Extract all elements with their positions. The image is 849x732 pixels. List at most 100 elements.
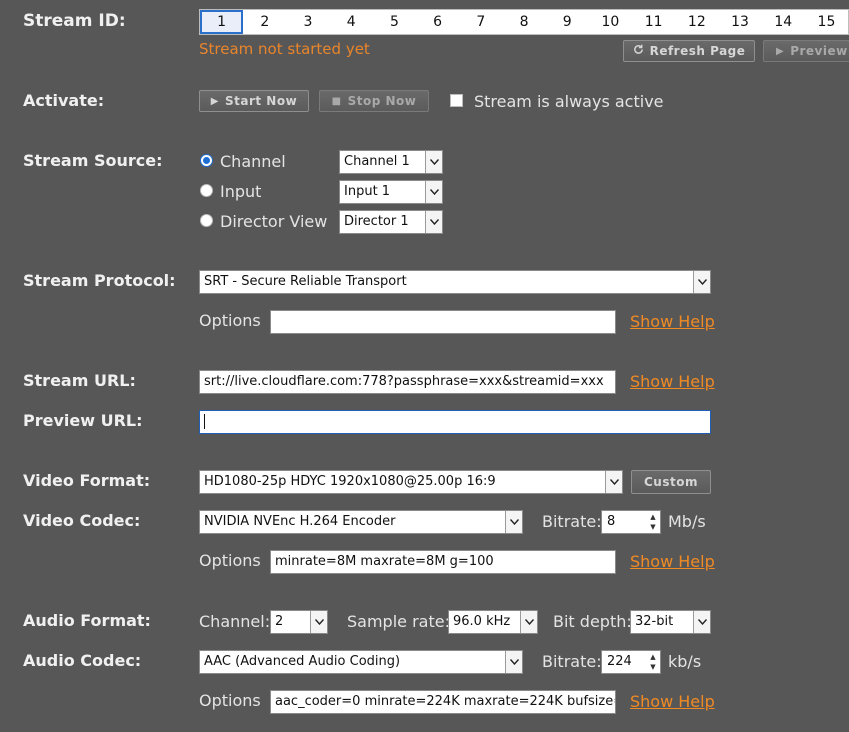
- video-options-label: Options: [199, 551, 261, 570]
- stream-id-tab[interactable]: 1: [200, 10, 244, 34]
- audio-bitrate-stepper[interactable]: 224 ▲ ▼: [601, 650, 661, 674]
- stream-id-tab[interactable]: 10: [589, 10, 632, 34]
- always-active-label: Stream is always active: [474, 92, 664, 111]
- protocol-select-value: SRT - Secure Reliable Transport: [204, 274, 407, 289]
- play-icon: ▶: [776, 45, 785, 57]
- audio-codec-label: Audio Codec:: [23, 651, 142, 670]
- protocol-select[interactable]: SRT - Secure Reliable Transport: [199, 270, 711, 294]
- spin-arrows-icon[interactable]: ▲ ▼: [648, 513, 658, 531]
- start-now-button[interactable]: ▶ Start Now: [199, 90, 309, 112]
- stream-url-show-help-link[interactable]: Show Help: [630, 372, 715, 391]
- audio-channel-select[interactable]: 2: [270, 610, 328, 634]
- stream-id-label: Stream ID:: [23, 11, 126, 31]
- source-input-radio[interactable]: [200, 184, 213, 197]
- preview-button[interactable]: ▶ Preview: [763, 40, 849, 62]
- preview-url-input[interactable]: [199, 410, 711, 434]
- video-format-value: HD1080-25p HDYC 1920x1080@25.00p 16:9: [204, 474, 496, 489]
- video-show-help-link[interactable]: Show Help: [630, 552, 715, 571]
- custom-format-button[interactable]: Custom: [631, 470, 711, 494]
- source-channel-label: Channel: [220, 152, 286, 171]
- video-bitrate-value: 8: [607, 514, 616, 529]
- video-bitrate-unit: Mb/s: [668, 512, 706, 531]
- sample-rate-label: Sample rate:: [347, 612, 450, 631]
- preview-label: Preview: [790, 44, 848, 58]
- stream-id-tab[interactable]: 8: [502, 10, 545, 34]
- audio-codec-select[interactable]: AAC (Advanced Audio Coding): [199, 650, 523, 674]
- audio-bitrate-value: 224: [607, 654, 632, 669]
- audio-options-input[interactable]: aac_coder=0 minrate=224K maxrate=224K bu…: [270, 690, 616, 714]
- stream-protocol-label: Stream Protocol:: [23, 271, 176, 290]
- stop-icon: ■: [331, 95, 342, 107]
- source-channel-radio[interactable]: [200, 154, 213, 167]
- stream-id-tab[interactable]: 6: [416, 10, 459, 34]
- video-format-select[interactable]: HD1080-25p HDYC 1920x1080@25.00p 16:9: [199, 470, 623, 494]
- stream-id-tab[interactable]: 14: [762, 10, 805, 34]
- source-director-radio[interactable]: [200, 214, 213, 227]
- protocol-show-help-link[interactable]: Show Help: [630, 312, 715, 331]
- channel-select-value: Channel 1: [344, 154, 410, 169]
- sample-rate-value: 96.0 kHz: [453, 614, 511, 629]
- stream-id-tab[interactable]: 5: [373, 10, 416, 34]
- director-select[interactable]: Director 1: [339, 210, 443, 234]
- audio-options-label: Options: [199, 691, 261, 710]
- activate-label: Activate:: [23, 91, 105, 110]
- custom-format-label: Custom: [644, 475, 698, 489]
- bit-depth-value: 32-bit: [635, 614, 674, 629]
- chevron-down-icon: [425, 211, 442, 233]
- spin-arrows-icon[interactable]: ▲ ▼: [648, 653, 658, 671]
- chevron-down-icon: [505, 511, 522, 533]
- protocol-options-input[interactable]: [270, 310, 616, 334]
- video-bitrate-stepper[interactable]: 8 ▲ ▼: [601, 510, 661, 534]
- video-format-label: Video Format:: [23, 471, 151, 490]
- channel-select[interactable]: Channel 1: [339, 150, 443, 174]
- stream-id-tab[interactable]: 7: [459, 10, 502, 34]
- input-select[interactable]: Input 1: [339, 180, 443, 204]
- stream-id-tab[interactable]: 3: [286, 10, 329, 34]
- audio-bitrate-unit: kb/s: [668, 652, 702, 671]
- video-codec-value: NVIDIA NVEnc H.264 Encoder: [204, 514, 396, 529]
- stream-status: Stream not started yet: [199, 40, 370, 58]
- audio-format-label: Audio Format:: [23, 611, 151, 630]
- source-director-label: Director View: [220, 212, 328, 231]
- audio-codec-value: AAC (Advanced Audio Coding): [204, 654, 401, 669]
- refresh-page-button[interactable]: Refresh Page: [623, 40, 755, 62]
- audio-channel-value: 2: [275, 614, 284, 629]
- chevron-down-icon: [310, 611, 327, 633]
- director-select-value: Director 1: [344, 214, 409, 229]
- stream-id-tab[interactable]: 15: [805, 10, 848, 34]
- bit-depth-select[interactable]: 32-bit: [630, 610, 711, 634]
- stop-now-label: Stop Now: [347, 94, 417, 108]
- source-input-label: Input: [220, 182, 262, 201]
- preview-url-label: Preview URL:: [23, 411, 143, 430]
- stream-id-tab[interactable]: 13: [718, 10, 761, 34]
- stream-source-label: Stream Source:: [23, 151, 163, 170]
- text-caret: [204, 414, 205, 429]
- play-icon: ▶: [210, 95, 219, 107]
- video-codec-label: Video Codec:: [23, 511, 141, 530]
- stream-id-tab[interactable]: 2: [243, 10, 286, 34]
- video-options-input[interactable]: minrate=8M maxrate=8M g=100: [270, 550, 616, 574]
- start-now-label: Start Now: [225, 94, 298, 108]
- audio-channel-label: Channel:: [199, 612, 271, 631]
- stream-id-tab[interactable]: 4: [330, 10, 373, 34]
- chevron-down-icon: [505, 651, 522, 673]
- refresh-icon: [633, 44, 644, 58]
- always-active-checkbox[interactable]: [450, 94, 463, 107]
- chevron-down-icon: [425, 181, 442, 203]
- stream-url-input[interactable]: srt://live.cloudflare.com:778?passphrase…: [199, 370, 616, 394]
- bit-depth-label: Bit depth:: [553, 612, 632, 631]
- stream-url-label: Stream URL:: [23, 371, 136, 390]
- chevron-down-icon: [425, 151, 442, 173]
- input-select-value: Input 1: [344, 184, 391, 199]
- stream-id-tabs: 1 2 3 4 5 6 7 8 9 10 11 12 13 14 15: [199, 9, 849, 35]
- stream-id-tab[interactable]: 12: [675, 10, 718, 34]
- stop-now-button[interactable]: ■ Stop Now: [319, 90, 429, 112]
- video-codec-select[interactable]: NVIDIA NVEnc H.264 Encoder: [199, 510, 523, 534]
- stream-id-tab[interactable]: 11: [632, 10, 675, 34]
- sample-rate-select[interactable]: 96.0 kHz: [448, 610, 538, 634]
- chevron-down-icon: [520, 611, 537, 633]
- video-bitrate-label: Bitrate:: [542, 512, 602, 531]
- audio-bitrate-label: Bitrate:: [542, 652, 602, 671]
- audio-show-help-link[interactable]: Show Help: [630, 692, 715, 711]
- stream-id-tab[interactable]: 9: [546, 10, 589, 34]
